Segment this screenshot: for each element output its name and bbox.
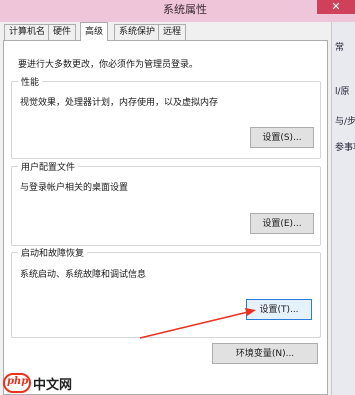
annotation-arrow (139, 308, 256, 339)
watermark-logo: php 中文网 (3, 371, 81, 395)
arrow-shaft (139, 311, 249, 339)
arrow-head (245, 308, 256, 316)
tab-advanced[interactable]: 高级 (80, 22, 109, 41)
php-badge: php (3, 373, 31, 393)
watermark-text: 中文网 (33, 378, 73, 393)
php-badge-text: php (7, 376, 29, 387)
